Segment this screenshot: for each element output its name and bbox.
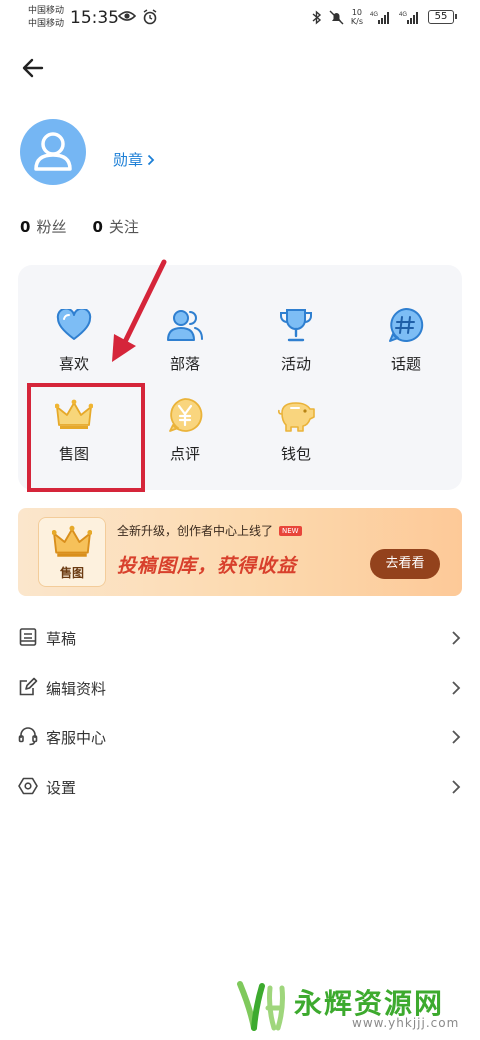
- chevron-right-icon: [452, 631, 461, 645]
- svg-text:4G: 4G: [370, 12, 378, 18]
- menu-item-drafts[interactable]: 草稿: [0, 616, 480, 662]
- edit-icon: [19, 677, 38, 696]
- following-count: 0: [92, 218, 103, 236]
- creator-center-banner[interactable]: 售图 全新升级，创作者中心上线了 NEW 投稿图库，获得收益 去看看: [18, 508, 462, 596]
- fans-count: 0: [20, 218, 31, 236]
- menu-item-edit-profile[interactable]: 编辑资料: [0, 666, 480, 712]
- grid-item-review[interactable]: 点评: [135, 395, 235, 485]
- bluetooth-icon: [312, 9, 321, 25]
- banner-go-button[interactable]: 去看看: [370, 549, 440, 579]
- back-button[interactable]: [20, 55, 46, 81]
- draft-icon: [19, 628, 37, 646]
- settings-icon: [18, 777, 38, 795]
- yen-bubble-icon: [169, 398, 203, 432]
- svg-text:4G: 4G: [399, 12, 407, 18]
- carrier-info: 中国移动 中国移动: [28, 5, 64, 31]
- signal-2-icon: 4G: [399, 12, 418, 24]
- follow-stats: 0 粉丝 0 关注: [20, 216, 139, 237]
- chevron-right-icon: [147, 154, 155, 165]
- status-icons-right: 10 K/s 4G 4G 55: [312, 8, 457, 26]
- annotation-highlight-box: [27, 383, 145, 492]
- menu-item-customer-service[interactable]: 客服中心: [0, 715, 480, 761]
- crown-icon: [52, 525, 92, 557]
- following-stat[interactable]: 0 关注: [92, 216, 138, 237]
- user-silhouette-icon: [34, 132, 72, 171]
- menu-item-label: 编辑资料: [46, 680, 107, 698]
- eye-icon: [118, 11, 136, 21]
- menu-item-label: 客服中心: [46, 729, 107, 747]
- fans-stat[interactable]: 0 粉丝: [20, 216, 66, 237]
- net-speed-value: 10: [351, 8, 363, 17]
- banner-title: 投稿图库，获得收益: [117, 555, 298, 577]
- menu-item-label: 设置: [46, 779, 77, 797]
- new-tag: NEW: [279, 525, 302, 536]
- chevron-right-icon: [452, 681, 461, 695]
- site-watermark: 永辉资源网 www.yhkjjj.com: [232, 978, 462, 1034]
- net-speed: 10 K/s: [351, 8, 363, 26]
- banner-badge-text: 售图: [59, 566, 84, 580]
- carrier-2: 中国移动: [28, 19, 65, 29]
- trophy-icon: [280, 309, 312, 342]
- alarm-icon: [143, 9, 157, 25]
- watermark-logo-icon: [237, 981, 285, 1031]
- banner-badge: 售图: [38, 517, 106, 587]
- watermark-url: www.yhkjjj.com: [352, 1016, 460, 1030]
- grid-item-label: 活动: [280, 355, 311, 373]
- signal-1-icon: 4G: [370, 12, 389, 24]
- grid-item-label: 喜欢: [58, 355, 89, 373]
- piggy-bank-icon: [278, 402, 315, 432]
- grid-item-label: 话题: [390, 355, 421, 373]
- clock: 15:35: [70, 8, 119, 28]
- status-icons-left: [118, 9, 158, 25]
- grid-item-topic[interactable]: 话题: [356, 305, 456, 395]
- net-speed-unit: K/s: [350, 17, 363, 26]
- battery-indicator: 55: [428, 10, 457, 24]
- headset-icon: [18, 727, 38, 746]
- chevron-right-icon: [452, 730, 461, 744]
- fans-label: 粉丝: [36, 218, 67, 236]
- annotation-arrow: [112, 259, 167, 362]
- status-bar: 中国移动 中国移动 15:35 10 K/s 4G 4G 55: [0, 0, 480, 36]
- medal-label: 勋章: [113, 151, 144, 169]
- menu-item-label: 草稿: [46, 630, 77, 648]
- chevron-right-icon: [452, 780, 461, 794]
- following-label: 关注: [108, 218, 139, 236]
- grid-item-label: 点评: [169, 445, 200, 463]
- hashtag-icon: [389, 307, 424, 342]
- grid-item-wallet[interactable]: 钱包: [246, 395, 346, 485]
- banner-subtitle-row: 全新升级，创作者中心上线了 NEW: [117, 522, 302, 539]
- grid-item-label: 钱包: [280, 445, 311, 463]
- mute-bell-icon: [329, 10, 344, 24]
- medal-link[interactable]: 勋章: [113, 149, 155, 170]
- grid-item-activity[interactable]: 活动: [246, 305, 346, 395]
- arrow-left-icon: [22, 58, 44, 78]
- carrier-1: 中国移动: [28, 6, 65, 16]
- menu-item-settings[interactable]: 设置: [0, 765, 480, 811]
- banner-subtitle: 全新升级，创作者中心上线了: [117, 524, 274, 538]
- avatar[interactable]: [20, 119, 86, 185]
- heart-icon: [56, 309, 92, 340]
